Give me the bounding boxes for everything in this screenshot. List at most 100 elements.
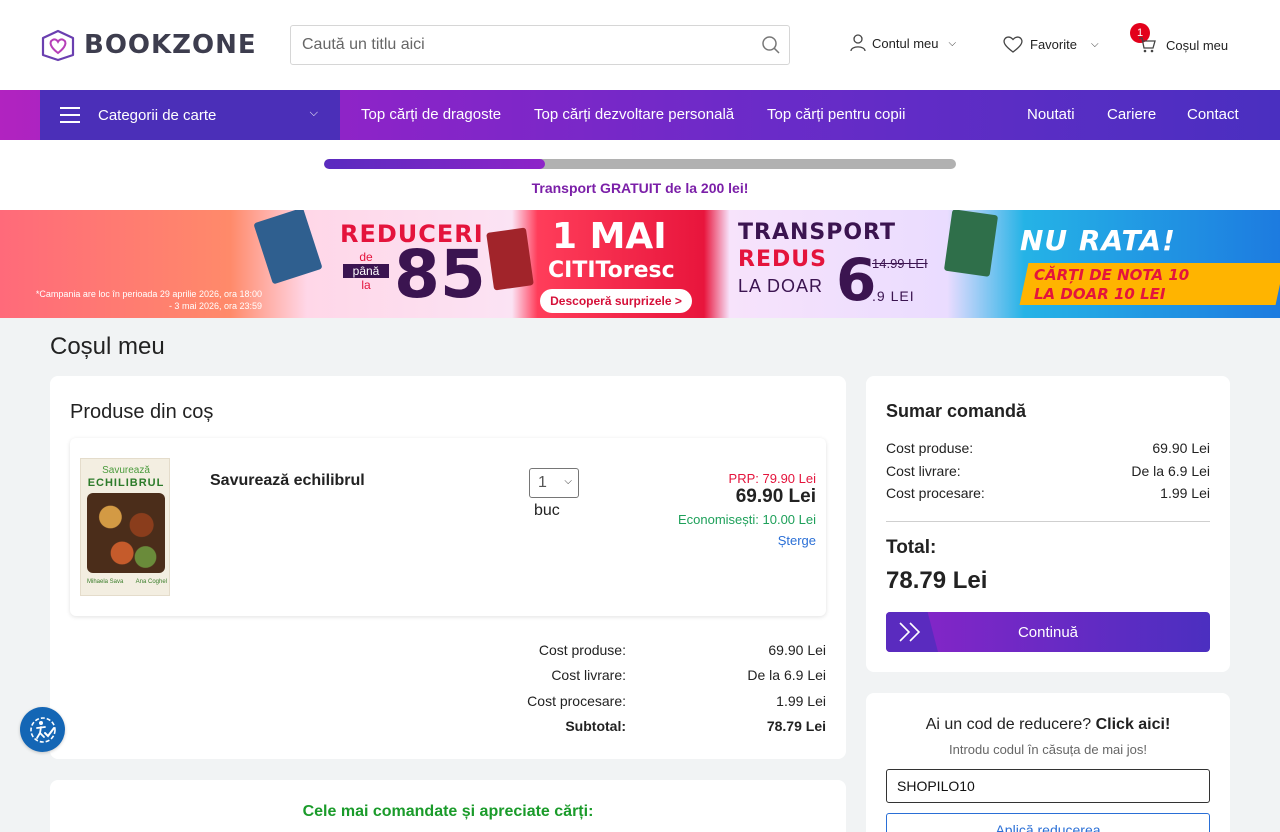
- banner-pana: până: [343, 264, 389, 278]
- banner-date: 1 MAI: [552, 216, 667, 257]
- main-nav: Categorii de carte ⌵ Top cărți de dragos…: [0, 90, 1280, 140]
- totals-value: 1.99 Lei: [776, 693, 826, 709]
- banner-la-doar: LA DOAR: [738, 276, 824, 296]
- nav-link-contact[interactable]: Contact: [1187, 106, 1239, 123]
- subtotal-label: Subtotal:: [565, 718, 626, 734]
- shipping-progress-fill: [324, 159, 546, 169]
- cart-label: Coșul meu: [1166, 37, 1229, 53]
- campaign-note: *Campania are loc în perioada 29 aprilie…: [35, 289, 262, 311]
- banner-de-pana-la: de până la: [343, 250, 389, 292]
- item-savings: Economisești: 10.00 Lei: [677, 512, 816, 527]
- categories-dropdown[interactable]: Categorii de carte ⌵: [40, 90, 340, 140]
- totals-label: Cost produse:: [538, 642, 626, 658]
- quantity-value: 1: [538, 474, 547, 491]
- chevron-down-icon: ⌵: [564, 476, 572, 487]
- banner-nota-line2: LA DOAR 10 LEI: [1034, 285, 1166, 303]
- logo-text: BOOKZONE: [84, 30, 257, 60]
- search-box: [290, 25, 790, 65]
- chevron-down-icon: ⌵: [948, 37, 957, 49]
- totals-label: Cost procesare:: [527, 693, 626, 709]
- nav-link-careers[interactable]: Cariere: [1107, 106, 1156, 123]
- quantity-select[interactable]: 1 ⌵: [529, 468, 579, 498]
- logo[interactable]: BOOKZONE: [40, 28, 257, 62]
- summary-label: Cost livrare:: [886, 463, 961, 479]
- account-label: Contul meu: [872, 35, 939, 51]
- chevron-down-icon: ⌵: [1090, 38, 1099, 50]
- account-menu[interactable]: Contul meu ⌵: [850, 34, 956, 52]
- promo-banner[interactable]: *Campania are loc în perioada 29 aprilie…: [0, 210, 1280, 318]
- favorites-label: Favorite: [1030, 36, 1077, 52]
- banner-citi: CITIToresc: [548, 258, 675, 283]
- banner-price-decimal: .9 LEI: [872, 288, 915, 304]
- coupon-input[interactable]: [886, 769, 1210, 803]
- page-title: Coșul meu: [50, 333, 165, 360]
- hamburger-icon: [60, 107, 80, 123]
- item-name[interactable]: Savurează echilibrul: [210, 472, 365, 490]
- bestsellers-title: Cele mai comandate și apreciate cărți:: [302, 803, 594, 820]
- shipping-message: Transport GRATUIT de la 200 lei!: [531, 180, 749, 196]
- summary-value: 1.99 Lei: [1160, 485, 1210, 501]
- banner-cta-button[interactable]: Descoperă surprizele >: [540, 289, 692, 313]
- banner-price-main: 6: [836, 246, 877, 314]
- double-chevron-right-icon: [886, 612, 938, 652]
- order-summary-card: Sumar comandă Cost produse: 69.90 Lei Co…: [866, 376, 1230, 672]
- coupon-question-text: Ai un cod de reducere?: [925, 716, 1092, 733]
- cover-title-line2: ECHILIBRUL: [87, 477, 165, 489]
- quantity-unit: buc: [534, 502, 560, 519]
- continue-button[interactable]: Continuă: [886, 612, 1210, 652]
- categories-label: Categorii de carte: [98, 106, 217, 124]
- apply-coupon-button[interactable]: Aplică reducerea: [886, 813, 1210, 832]
- totals-value: 69.90 Lei: [768, 642, 826, 658]
- book-illustration: [486, 227, 534, 291]
- nav-link-self-help[interactable]: Top cărți dezvoltare personală: [534, 106, 734, 123]
- nav-link-romance[interactable]: Top cărți de dragoste: [361, 106, 501, 123]
- totals-value: De la 6.9 Lei: [747, 667, 826, 683]
- cart-item: Savurează ECHILIBRUL Mihaela Sava Ana Co…: [70, 438, 826, 616]
- cover-image: [87, 493, 165, 573]
- continue-label: Continuă: [1017, 623, 1079, 641]
- free-shipping-bar: Transport GRATUIT de la 200 lei!: [0, 140, 1280, 210]
- summary-divider: [886, 521, 1210, 522]
- cover-author: Mihaela Sava: [87, 579, 124, 585]
- banner-nota: CĂRȚI DE NOTA 10 LA DOAR 10 LEI: [1034, 266, 1189, 304]
- chevron-down-icon: ⌵: [309, 107, 318, 119]
- book-cover[interactable]: Savurează ECHILIBRUL Mihaela Sava Ana Co…: [80, 458, 170, 596]
- search-icon[interactable]: [761, 35, 781, 60]
- banner-nota-line1: CĂRȚI DE NOTA 10: [1034, 266, 1190, 284]
- summary-row: Cost livrare: De la 6.9 Lei: [886, 463, 1210, 479]
- cart-link[interactable]: Coșul meu: [1138, 37, 1228, 53]
- accessibility-button[interactable]: [20, 707, 65, 752]
- item-prp: PRP: 79.90 Lei: [728, 471, 816, 486]
- totals-label: Cost livrare:: [551, 667, 626, 683]
- cart-products-card: Produse din coș Savurează ECHILIBRUL Mih…: [50, 376, 846, 759]
- banner-redus: REDUS: [738, 247, 827, 272]
- subtotal-value: 78.79 Lei: [766, 718, 826, 734]
- banner-de: de: [359, 250, 373, 264]
- nav-link-new[interactable]: Noutati: [1027, 106, 1075, 123]
- heart-icon: [1003, 36, 1023, 53]
- cover-author: Ana Coghel: [135, 579, 167, 585]
- cart-icon: [1139, 37, 1156, 53]
- banner-price-old: 14.99 LEI: [872, 256, 928, 271]
- summary-row: Cost produse: 69.90 Lei: [886, 440, 1210, 456]
- book-illustration: [943, 210, 999, 277]
- bestsellers-card: Cele mai comandate și apreciate cărți:: [50, 780, 846, 832]
- site-header: BOOKZONE Contul meu ⌵ Favorite ⌵ 1 Coșul…: [0, 0, 1280, 90]
- summary-value: De la 6.9 Lei: [1131, 463, 1210, 479]
- delete-item-link[interactable]: Șterge: [778, 533, 816, 548]
- total-label: Total:: [886, 537, 937, 558]
- coupon-hint: Introdu codul în căsuța de mai jos!: [948, 742, 1147, 757]
- coupon-click-here-link[interactable]: Click aici!: [1096, 716, 1171, 733]
- banner-nu-rata: NU RATA!: [1020, 224, 1176, 257]
- total-value: 78.79 Lei: [886, 567, 988, 594]
- item-price: 69.90 Lei: [735, 486, 816, 507]
- nav-link-kids[interactable]: Top cărți pentru copii: [767, 106, 905, 123]
- search-input[interactable]: [291, 26, 741, 64]
- favorites-menu[interactable]: Favorite ⌵: [1002, 34, 1099, 54]
- user-icon: [850, 34, 866, 52]
- products-title: Produse din coș: [70, 401, 214, 423]
- summary-row: Cost procesare: 1.99 Lei: [886, 485, 1210, 501]
- banner-transport: TRANSPORT: [738, 220, 897, 245]
- summary-label: Cost produse:: [886, 440, 974, 456]
- summary-label: Cost procesare:: [886, 485, 985, 501]
